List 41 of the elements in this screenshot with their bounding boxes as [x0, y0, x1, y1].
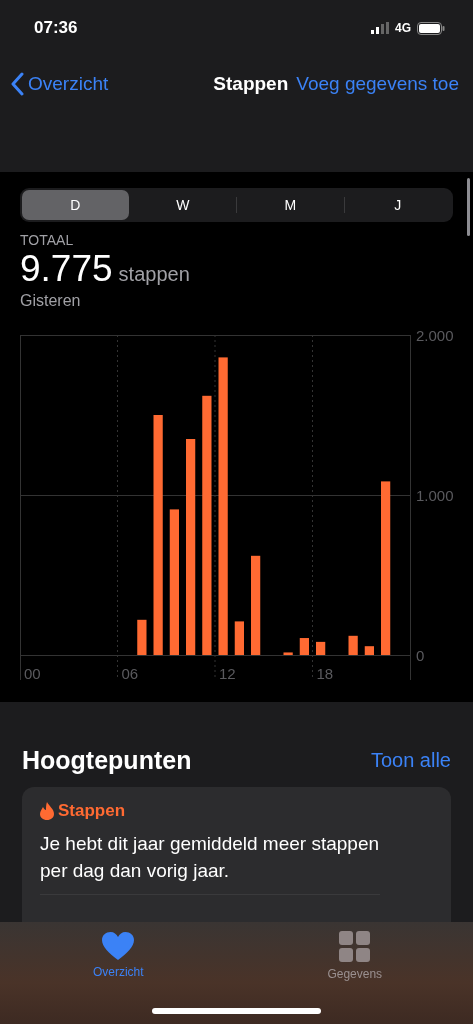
- axis-label: 2.000: [416, 330, 454, 344]
- total-value: 9.775: [20, 248, 113, 290]
- status-time: 07:36: [34, 18, 78, 38]
- add-data-button[interactable]: Voeg gegevens toe: [296, 73, 459, 95]
- network-label: 4G: [395, 21, 411, 35]
- highlight-text: Je hebt dit jaar gemiddeld meer stappen per dag dan vorig jaar.: [40, 831, 380, 896]
- chart-bar: [348, 635, 358, 655]
- page-title: Stappen: [213, 73, 289, 95]
- flame-icon: [40, 802, 54, 820]
- show-all-link[interactable]: Toon alle: [370, 749, 451, 772]
- chart-bar: [316, 641, 326, 655]
- axis-label: 0: [416, 647, 425, 664]
- axis-label: 1.000: [416, 487, 454, 504]
- scroll-indicator: [467, 178, 470, 236]
- axis-label: 06: [121, 665, 139, 682]
- category-label: Stappen: [58, 801, 126, 821]
- chart-bar: [364, 646, 374, 655]
- chart-bar: [299, 638, 309, 655]
- total-caption: TOTAAL: [20, 232, 75, 248]
- unit-label: stappen: [118, 263, 190, 286]
- axis-label: 12: [219, 665, 236, 682]
- axis-label: 18: [316, 665, 334, 682]
- section-title: Hoogtepunten: [22, 746, 192, 775]
- highlight-card[interactable]: Stappen Je hebt dit jaar gemiddeld meer stappen per dag dan vorig jaar.: [22, 787, 451, 922]
- signal-icon: [371, 22, 389, 34]
- grid-icon: [338, 931, 371, 963]
- back-button[interactable]: Overzicht: [10, 72, 109, 96]
- segment-tab[interactable]: M: [237, 190, 344, 220]
- tab-bar-item[interactable]: Gegevens: [236, 930, 473, 990]
- segment-tab[interactable]: W: [129, 190, 236, 220]
- segment-tab[interactable]: J: [344, 190, 451, 220]
- chart-bar: [283, 652, 293, 655]
- chart-bar: [137, 619, 147, 655]
- heart-icon: [101, 931, 136, 961]
- segment-tab[interactable]: D: [22, 190, 129, 220]
- chevron-left-icon: [10, 72, 24, 96]
- period-label: Gisteren: [20, 292, 82, 310]
- axis-label: 00: [24, 665, 41, 682]
- battery-icon: [417, 21, 445, 35]
- chart-bar: [234, 621, 244, 655]
- tab-bar-item[interactable]: Overzicht: [0, 930, 237, 990]
